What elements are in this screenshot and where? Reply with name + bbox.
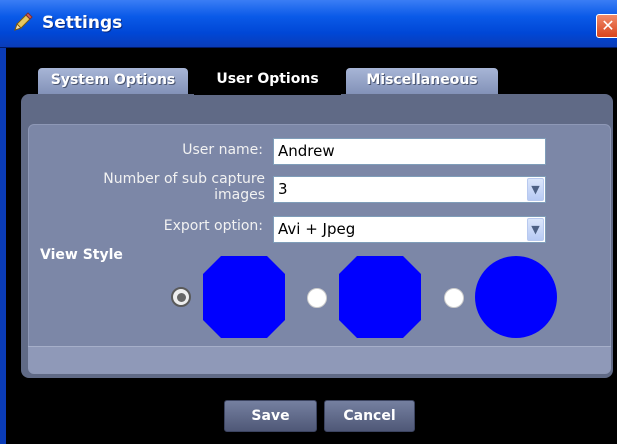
circle-view-style-3[interactable] bbox=[475, 256, 557, 338]
title-bar: Settings ✕ bbox=[0, 0, 617, 48]
user-name-label: User name: bbox=[182, 142, 263, 158]
settings-window: Settings ✕ System Options User Options M… bbox=[0, 0, 617, 444]
window-left-border bbox=[0, 48, 6, 444]
view-style-radio-2[interactable] bbox=[307, 288, 327, 308]
pencil-icon bbox=[14, 12, 33, 31]
sub-capture-select[interactable]: 3 ▼ bbox=[273, 176, 546, 203]
octagon-view-style-1[interactable] bbox=[203, 256, 285, 338]
tab-miscellaneous[interactable]: Miscellaneous bbox=[346, 68, 498, 94]
chevron-down-icon[interactable]: ▼ bbox=[527, 218, 544, 241]
export-option-value: Avi + Jpeg bbox=[278, 220, 356, 238]
panel-footer-strip bbox=[28, 346, 611, 373]
tab-system-options[interactable]: System Options bbox=[38, 68, 188, 94]
view-style-label: View Style bbox=[40, 247, 123, 263]
view-style-radio-3[interactable] bbox=[444, 288, 464, 308]
radio-selected-dot bbox=[177, 293, 186, 302]
octagon-view-style-2[interactable] bbox=[339, 256, 421, 338]
cancel-button[interactable]: Cancel bbox=[324, 400, 415, 432]
user-name-input[interactable]: Andrew bbox=[273, 138, 546, 165]
sub-capture-label-line1: Number of sub capture bbox=[103, 171, 265, 187]
close-button[interactable]: ✕ bbox=[596, 14, 617, 38]
window-title: Settings bbox=[42, 13, 123, 33]
tab-user-options[interactable]: User Options bbox=[194, 64, 341, 95]
export-option-select[interactable]: Avi + Jpeg ▼ bbox=[273, 216, 546, 243]
sub-capture-value: 3 bbox=[278, 180, 288, 198]
sub-capture-label-line2: images bbox=[214, 187, 265, 203]
export-option-label: Export option: bbox=[163, 218, 263, 234]
view-style-radio-1[interactable] bbox=[171, 287, 191, 307]
sub-capture-label: Number of sub capture images bbox=[40, 171, 265, 203]
save-button[interactable]: Save bbox=[224, 400, 317, 432]
chevron-down-icon[interactable]: ▼ bbox=[527, 178, 544, 201]
